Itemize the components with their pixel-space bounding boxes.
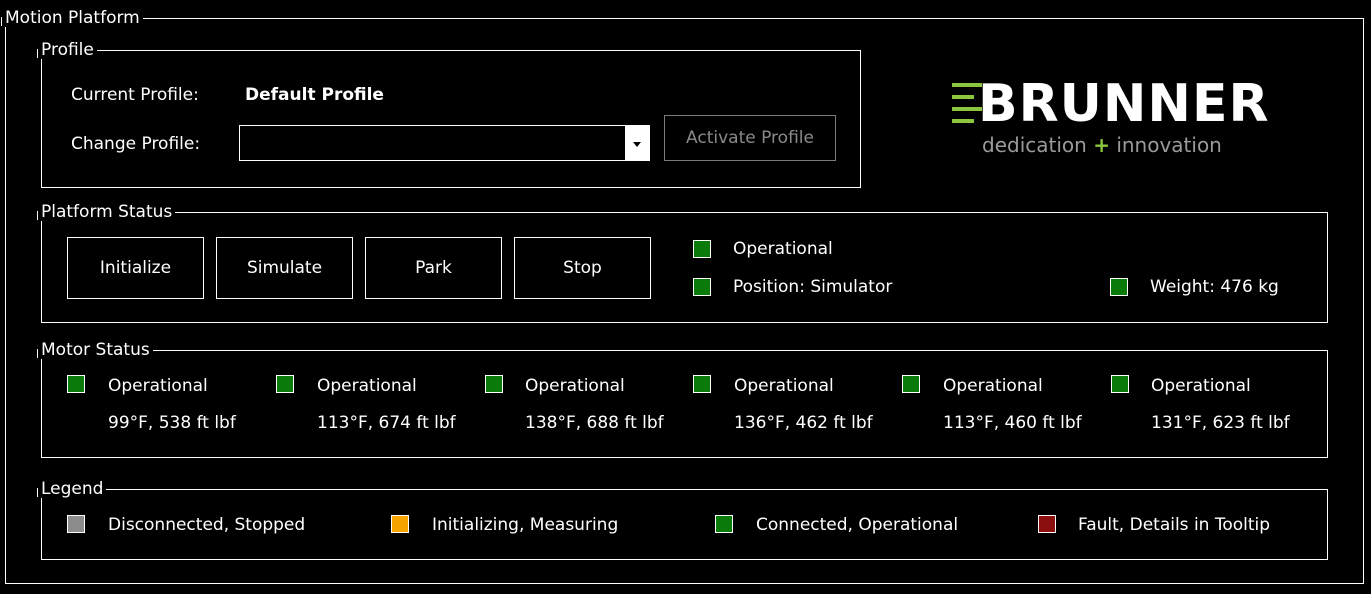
motor-status-legend: Motor Status (37, 341, 153, 359)
motor-4-status: Operational (734, 376, 834, 396)
weight-label: Weight: 476 kg (1150, 277, 1279, 297)
logo-tagline: dedication + innovation (982, 135, 1222, 155)
motor-2-reading: 113°F, 674 ft lbf (317, 413, 456, 433)
profile-select[interactable] (239, 125, 650, 161)
change-profile-label: Change Profile: (71, 134, 201, 154)
motor-3-reading: 138°F, 688 ft lbf (525, 413, 664, 433)
initialize-button[interactable]: Initialize (67, 237, 204, 299)
motor-5-reading: 113°F, 460 ft lbf (943, 413, 1082, 433)
legend-green-swatch (715, 515, 733, 533)
legend-red-swatch (1038, 515, 1056, 533)
motor-6-status: Operational (1151, 376, 1251, 396)
motor-3-indicator (485, 375, 503, 393)
motion-platform-title: Motion Platform (1, 9, 143, 27)
platform-status-legend: Platform Status (36, 203, 175, 221)
position-indicator (693, 278, 711, 296)
legend-gray-label: Disconnected, Stopped (108, 515, 306, 535)
motor-1-status: Operational (108, 376, 208, 396)
legend-red-label: Fault, Details in Tooltip (1078, 515, 1271, 535)
legend-green-label: Connected, Operational (756, 515, 959, 535)
position-label: Position: Simulator (733, 277, 893, 297)
motor-6-reading: 131°F, 623 ft lbf (1151, 413, 1290, 433)
park-button[interactable]: Park (365, 237, 502, 299)
brunner-logo: BRUNNER dedication + innovation (952, 76, 1272, 160)
current-profile-label: Current Profile: (71, 85, 199, 105)
motor-2-status: Operational (317, 376, 417, 396)
profile-legend: Profile (37, 41, 97, 59)
activate-profile-button[interactable]: Activate Profile (664, 115, 836, 161)
motor-5-indicator (902, 375, 920, 393)
motor-2-indicator (276, 375, 294, 393)
motor-5-status: Operational (943, 376, 1043, 396)
legend-title: Legend (36, 480, 106, 498)
motor-4-reading: 136°F, 462 ft lbf (734, 413, 873, 433)
motor-3-status: Operational (525, 376, 625, 396)
chevron-down-icon[interactable] (625, 126, 649, 160)
operational-label: Operational (733, 239, 833, 259)
motor-status-group: Motor Status (37, 341, 1328, 458)
operational-indicator (693, 240, 711, 258)
logo-tagline-right: innovation (1116, 133, 1222, 157)
current-profile-value: Default Profile (245, 85, 384, 105)
stop-button[interactable]: Stop (514, 237, 651, 299)
legend-gray-swatch (67, 515, 85, 533)
logo-name: BRUNNER (978, 74, 1270, 134)
motor-1-indicator (67, 375, 85, 393)
simulate-button[interactable]: Simulate (216, 237, 353, 299)
weight-indicator (1110, 278, 1128, 296)
logo-tagline-left: dedication (982, 133, 1087, 157)
motor-4-indicator (693, 375, 711, 393)
legend-orange-label: Initializing, Measuring (432, 515, 619, 535)
motor-1-reading: 99°F, 538 ft lbf (108, 413, 236, 433)
motor-6-indicator (1111, 375, 1129, 393)
legend-orange-swatch (391, 515, 409, 533)
logo-tagline-plus: + (1093, 133, 1110, 157)
